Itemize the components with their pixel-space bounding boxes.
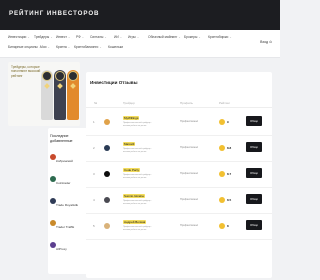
nav-item-my[interactable]: Мои ⌄ [40,45,50,49]
rating: 8.5 [219,197,239,203]
nav-item-crypto-exchanges[interactable]: Криптобиржи ⌄ [208,35,232,39]
promo-banner[interactable]: Трейдеры, которые пополняют высокий рейт… [8,62,80,126]
recent-item[interactable]: AIProxy [50,242,87,256]
avatar [104,119,110,125]
column-header-rating: Рейтинг [219,101,231,105]
recent-title: Последние добавленные [50,134,73,143]
medal-icon [54,70,66,120]
project-name[interactable]: MyWillings [123,116,140,120]
table-row[interactable]: 2 Marcelli Профессиональный трейдер с оп… [86,136,272,162]
chevron-down-icon: ⌄ [67,45,71,49]
chevron-down-icon: ⌄ [81,35,85,39]
review-button[interactable]: Обзор [246,194,262,204]
coin-icon [219,171,225,177]
coin-icon [219,197,225,203]
table-row[interactable]: 5 Андрей Волков Профессиональный трейдер… [86,214,272,240]
nav-item-games[interactable]: Игры ⌄ [128,35,139,39]
chevron-down-icon: ⌄ [99,45,102,49]
recent-item[interactable]: Кобринский [50,154,87,168]
chevron-down-icon: ⌄ [178,35,181,39]
project-name[interactable]: Sumito Istraine [123,194,146,198]
column-header-kind: Профиль [180,101,193,105]
avatar [104,171,110,177]
chevron-down-icon: ⌄ [50,35,53,39]
chevron-down-icon: ⌄ [67,35,71,39]
medal-icon [67,70,79,120]
avatar [104,197,110,203]
table-header: № Трейдер Профиль Рейтинг [86,98,272,108]
recent-item[interactable]: Cointrader [50,176,87,190]
top-bar: РЕЙТИНГ ИНВЕСТОРОВ [0,0,280,30]
user-icon: ⊙ [269,40,272,44]
rating: 9 [219,119,239,125]
nav-item-invest[interactable]: Инвест ⌄ [56,35,70,39]
rating: 8.8 [219,145,239,151]
review-button[interactable]: Обзор [246,116,262,126]
recent-item[interactable]: Trader Traffik [50,220,87,234]
investments-reviews-table: Инвестиции Отзывы № Трейдер Профиль Рейт… [86,72,272,278]
column-header-num: № [94,101,98,105]
review-button[interactable]: Обзор [246,142,262,152]
login-link[interactable]: Вход ⊙ [260,40,272,44]
nav-item-signals[interactable]: Сигналы ⌄ [90,35,107,39]
site-logo[interactable]: РЕЙТИНГ ИНВЕСТОРОВ [9,10,99,17]
coin-icon [219,119,225,125]
chevron-down-icon: ⌄ [47,45,50,49]
nav-item-wallets[interactable]: Кошельки [108,45,123,49]
chevron-down-icon: ⌄ [198,35,201,39]
review-button[interactable]: Обзор [246,168,262,178]
medal-icon [41,70,53,120]
avatar [104,223,110,229]
rating: 8 [219,223,239,229]
table-row[interactable]: 3 Code Party Профессиональный трейдер с … [86,162,272,188]
table-row[interactable]: 4 Sumito Istraine Профессиональный трейд… [86,188,272,214]
chevron-down-icon: ⌄ [136,35,140,39]
project-name[interactable]: Marcelli [123,142,136,146]
nav-item-crypto[interactable]: Крипта ⌄ [56,45,70,49]
nav-item-brokers[interactable]: Брокеры ⌄ [184,35,201,39]
rating: 8.7 [219,171,239,177]
coin-icon [219,223,225,229]
recent-added-panel: Последние добавленные Кобринский Cointra… [48,128,88,274]
nav-item-rf[interactable]: РФ ⌄ [76,35,84,39]
page-title: Инвестиции Отзывы [90,80,138,85]
chevron-down-icon: ⌄ [119,35,123,39]
nav-item-traders[interactable]: Трейдеры ⌄ [34,35,53,39]
chevron-down-icon: ⌄ [229,35,232,39]
main-nav: Инвестиции ⌄ Трейдеры ⌄ Инвест ⌄ РФ ⌄ Си… [0,30,280,58]
chevron-down-icon: ⌄ [27,35,30,39]
nav-item-crypto-banking[interactable]: Криптобанкинги ⌄ [74,45,102,49]
coin-icon [219,145,225,151]
chevron-down-icon: ⌄ [104,35,107,39]
project-name[interactable]: Андрей Волков [123,220,147,224]
table-row[interactable]: 1 MyWillings Профессиональный трейдер с … [86,110,272,136]
nav-item-investments[interactable]: Инвестиции ⌄ [8,35,30,39]
recent-item[interactable]: Trade Royalistik [50,198,87,212]
review-button[interactable]: Обзор [246,220,262,230]
nav-item-cloud-mining[interactable]: Облачный майнинг ⌄ [148,35,181,39]
promo-text: Трейдеры, которые пополняют высокий рейт… [11,65,41,78]
avatar [104,145,110,151]
nav-item-ai[interactable]: ИИ ⌄ [114,35,122,39]
project-name[interactable]: Code Party [123,168,141,172]
nav-item-binary-options[interactable]: Бинарные опционы ⌄ [8,45,41,49]
column-header-project: Трейдер [123,101,135,105]
